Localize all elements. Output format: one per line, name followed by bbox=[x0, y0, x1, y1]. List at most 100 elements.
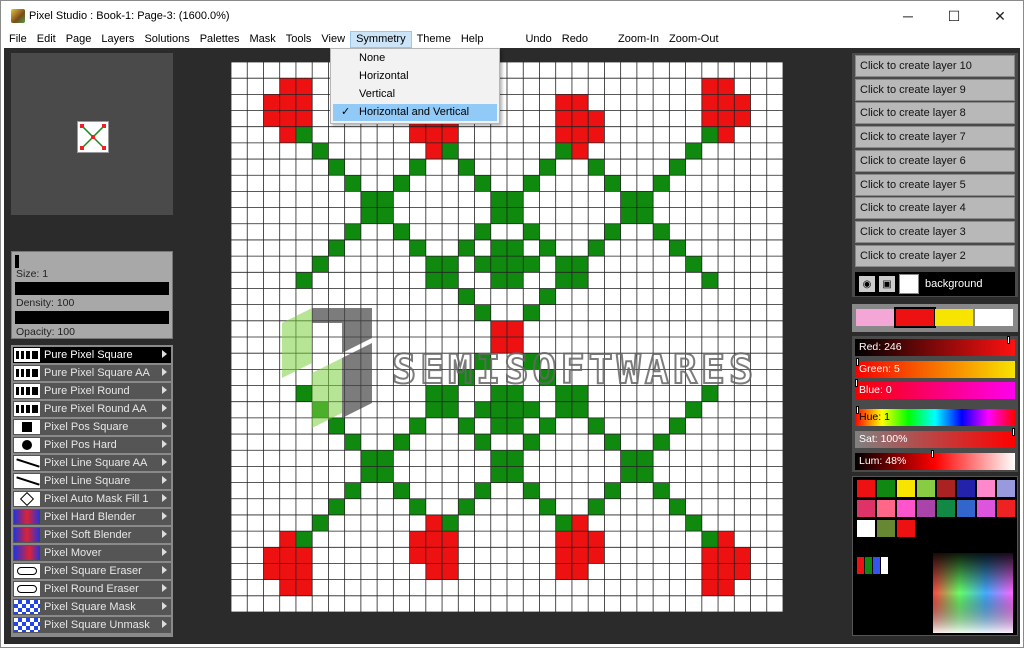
palette-swatch[interactable] bbox=[935, 309, 973, 326]
menu-symmetry[interactable]: Symmetry bbox=[350, 31, 412, 48]
tool-item[interactable]: Pixel Hard Blender bbox=[13, 509, 171, 525]
recent-color[interactable] bbox=[881, 557, 888, 574]
red-slider[interactable]: Red: 246 bbox=[855, 336, 1015, 356]
lum-slider[interactable]: Lum: 48% bbox=[855, 450, 1015, 470]
symmetry-horizontal[interactable]: Horizontal bbox=[333, 68, 497, 85]
green-slider[interactable]: Green: 5 bbox=[855, 358, 1015, 378]
color-swatch[interactable] bbox=[857, 500, 875, 517]
create-layer-button[interactable]: Click to create layer 5 bbox=[855, 173, 1015, 196]
submenu-arrow-icon[interactable] bbox=[162, 548, 167, 556]
tool-item[interactable]: Pixel Square Mask bbox=[13, 599, 171, 615]
color-swatch[interactable] bbox=[917, 500, 935, 517]
menu-file[interactable]: File bbox=[1, 31, 32, 48]
tool-item[interactable]: Pure Pixel Round bbox=[13, 383, 171, 399]
drawing-canvas[interactable] bbox=[231, 62, 783, 612]
color-swatch[interactable] bbox=[857, 480, 875, 497]
tool-item[interactable]: Pixel Pos Hard bbox=[13, 437, 171, 453]
color-swatch[interactable] bbox=[957, 500, 975, 517]
tool-item[interactable]: Pixel Line Square bbox=[13, 473, 171, 489]
sat-slider[interactable]: Sat: 100% bbox=[855, 428, 1015, 448]
symmetry-none[interactable]: None bbox=[333, 50, 497, 67]
tool-item[interactable]: Pixel Square Unmask bbox=[13, 617, 171, 633]
submenu-arrow-icon[interactable] bbox=[162, 530, 167, 538]
tool-item[interactable]: Pixel Pos Square bbox=[13, 419, 171, 435]
pixel-grid[interactable] bbox=[231, 62, 783, 612]
canvas-thumbnail[interactable] bbox=[77, 121, 109, 153]
create-layer-button[interactable]: Click to create layer 6 bbox=[855, 149, 1015, 172]
menu-layers[interactable]: Layers bbox=[96, 31, 139, 48]
create-layer-button[interactable]: Click to create layer 7 bbox=[855, 126, 1015, 149]
create-layer-button[interactable]: Click to create layer 3 bbox=[855, 220, 1015, 243]
recent-color[interactable] bbox=[865, 557, 872, 574]
symmetry-horizontal-vertical[interactable]: ✓ Horizontal and Vertical bbox=[333, 104, 497, 121]
sat-handle[interactable] bbox=[1012, 428, 1015, 436]
submenu-arrow-icon[interactable] bbox=[162, 512, 167, 520]
menu-view[interactable]: View bbox=[316, 31, 350, 48]
palette-swatch[interactable] bbox=[893, 307, 936, 328]
tool-item[interactable]: Pure Pixel Square bbox=[13, 347, 171, 363]
color-swatch[interactable] bbox=[997, 500, 1015, 517]
hue-slider[interactable]: Hue: 1 bbox=[855, 406, 1015, 426]
red-handle[interactable] bbox=[1007, 336, 1010, 344]
recent-color[interactable] bbox=[873, 557, 880, 574]
close-button[interactable]: ✕ bbox=[977, 1, 1023, 31]
tool-item[interactable]: Pixel Auto Mask Fill 1 bbox=[13, 491, 171, 507]
maximize-button[interactable]: ☐ bbox=[931, 1, 977, 31]
size-slider[interactable] bbox=[15, 255, 19, 268]
blue-slider[interactable]: Blue: 0 bbox=[855, 379, 1015, 399]
opacity-slider[interactable] bbox=[15, 311, 169, 324]
menu-edit[interactable]: Edit bbox=[32, 31, 61, 48]
tool-item[interactable]: Pixel Mover bbox=[13, 545, 171, 561]
palette-swatch[interactable] bbox=[974, 309, 1013, 326]
menu-mask[interactable]: Mask bbox=[244, 31, 280, 48]
create-layer-button[interactable]: Click to create layer 10 bbox=[855, 55, 1015, 77]
color-swatch[interactable] bbox=[857, 520, 875, 537]
create-layer-button[interactable]: Click to create layer 8 bbox=[855, 102, 1015, 125]
create-layer-button[interactable]: Click to create layer 4 bbox=[855, 197, 1015, 220]
zoom-in-button[interactable]: Zoom-In bbox=[613, 31, 664, 48]
submenu-arrow-icon[interactable] bbox=[162, 476, 167, 484]
tool-item[interactable]: Pure Pixel Round AA bbox=[13, 401, 171, 417]
submenu-arrow-icon[interactable] bbox=[162, 620, 167, 628]
color-swatch[interactable] bbox=[897, 480, 915, 497]
color-swatch[interactable] bbox=[957, 480, 975, 497]
submenu-arrow-icon[interactable] bbox=[162, 494, 167, 502]
menu-theme[interactable]: Theme bbox=[412, 31, 456, 48]
color-swatch[interactable] bbox=[877, 480, 895, 497]
submenu-arrow-icon[interactable] bbox=[162, 458, 167, 466]
color-swatch[interactable] bbox=[897, 520, 915, 537]
tool-item[interactable]: Pixel Round Eraser bbox=[13, 581, 171, 597]
submenu-arrow-icon[interactable] bbox=[162, 584, 167, 592]
submenu-arrow-icon[interactable] bbox=[162, 386, 167, 394]
color-picker[interactable] bbox=[933, 553, 1013, 633]
menu-tools[interactable]: Tools bbox=[281, 31, 317, 48]
color-swatch[interactable] bbox=[897, 500, 915, 517]
zoom-out-button[interactable]: Zoom-Out bbox=[664, 31, 724, 48]
symmetry-vertical[interactable]: Vertical bbox=[333, 86, 497, 103]
color-swatch[interactable] bbox=[937, 500, 955, 517]
submenu-arrow-icon[interactable] bbox=[162, 566, 167, 574]
menu-help[interactable]: Help bbox=[456, 31, 489, 48]
menu-palettes[interactable]: Palettes bbox=[195, 31, 245, 48]
submenu-arrow-icon[interactable] bbox=[162, 350, 167, 358]
color-swatch[interactable] bbox=[877, 500, 895, 517]
submenu-arrow-icon[interactable] bbox=[162, 368, 167, 376]
tool-item[interactable]: Pure Pixel Square AA bbox=[13, 365, 171, 381]
color-swatch[interactable] bbox=[877, 520, 895, 537]
create-layer-button[interactable]: Click to create layer 9 bbox=[855, 78, 1015, 101]
menu-solutions[interactable]: Solutions bbox=[139, 31, 194, 48]
lock-icon[interactable]: ▣ bbox=[879, 276, 895, 292]
undo-button[interactable]: Undo bbox=[520, 31, 556, 48]
redo-button[interactable]: Redo bbox=[557, 31, 593, 48]
tool-item[interactable]: Pixel Line Square AA bbox=[13, 455, 171, 471]
create-layer-button[interactable]: Click to create layer 2 bbox=[855, 244, 1015, 267]
color-swatch[interactable] bbox=[977, 480, 995, 497]
color-swatch[interactable] bbox=[917, 480, 935, 497]
submenu-arrow-icon[interactable] bbox=[162, 440, 167, 448]
tool-item[interactable]: Pixel Square Eraser bbox=[13, 563, 171, 579]
blue-handle[interactable] bbox=[855, 379, 858, 387]
tool-item[interactable]: Pixel Soft Blender bbox=[13, 527, 171, 543]
background-layer[interactable]: ◉ ▣ background bbox=[855, 272, 1015, 296]
density-slider[interactable] bbox=[15, 282, 169, 295]
submenu-arrow-icon[interactable] bbox=[162, 602, 167, 610]
